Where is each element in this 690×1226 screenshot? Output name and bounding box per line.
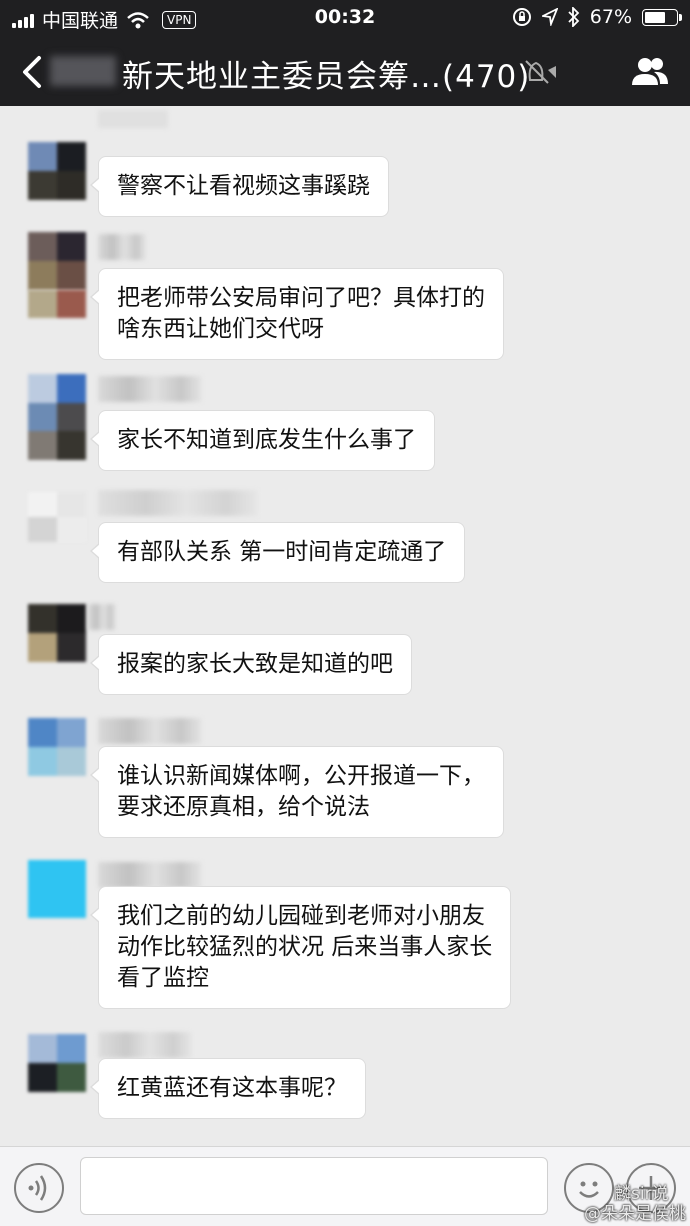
avatar[interactable] <box>28 604 86 662</box>
message-bubble[interactable]: 报案的家长大致是知道的吧 <box>90 634 412 695</box>
battery-fill <box>645 11 666 23</box>
message-text: 红黄蓝还有这本事呢？ <box>117 1075 347 1101</box>
message-text: 家长不知道到底发生什么事了 <box>117 427 416 453</box>
message-bubble[interactable]: 把老师带公安局审问了吧？具体打的 啥东西让她们交代呀 <box>90 268 504 360</box>
avatar[interactable] <box>28 232 86 290</box>
partial-sender-name <box>98 110 168 128</box>
sender-name <box>88 604 116 630</box>
message-bubble[interactable]: 红黄蓝还有这本事呢？ <box>90 1058 366 1119</box>
back-chevron-icon[interactable] <box>14 52 54 92</box>
message-input[interactable] <box>80 1157 548 1215</box>
avatar[interactable] <box>28 718 86 776</box>
avatar[interactable] <box>28 492 86 542</box>
watermark-line: @朵朵是侯桃 <box>584 1204 686 1224</box>
rotation-lock-icon <box>512 8 531 26</box>
mute-notifications-icon <box>525 60 556 84</box>
sender-name <box>98 490 258 516</box>
battery-icon <box>642 8 682 26</box>
sender-name <box>98 1032 192 1058</box>
status-bar: 中国联通 VPN 00:32 67% <box>0 0 690 36</box>
chat-header: 新天地业主委员会筹…(470) <box>0 36 690 106</box>
message-text: 要求还原真相，给个说法 <box>117 794 370 820</box>
location-icon <box>541 8 558 26</box>
message-text: 警察不让看视频这事蹊跷 <box>117 173 370 199</box>
message-text: 有部队关系 第一时间肯定疏通了 <box>117 539 447 565</box>
avatar[interactable] <box>28 1034 86 1092</box>
message-text: 啥东西让她们交代呀 <box>117 316 324 342</box>
sender-name <box>98 718 202 744</box>
sender-name <box>98 862 202 888</box>
message-text: 我们之前的幼儿园碰到老师对小朋友 <box>117 903 485 929</box>
weibo-watermark: 麟sir说 @朵朵是侯桃 <box>584 1184 686 1224</box>
avatar[interactable] <box>28 374 86 460</box>
bluetooth-icon <box>568 7 580 27</box>
voice-icon <box>28 1175 47 1201</box>
avatar[interactable] <box>28 860 86 918</box>
message-bubble[interactable]: 谁认识新闻媒体啊，公开报道一下， 要求还原真相，给个说法 <box>90 746 504 838</box>
group-members-icon[interactable] <box>630 55 670 89</box>
redacted-back-label <box>50 56 116 86</box>
message-text: 看了监控 <box>117 965 209 991</box>
chat-message-list[interactable]: 警察不让看视频这事蹊跷 把老师带公安局审问了吧？具体打的 啥东西让她们交代呀 家… <box>0 106 690 1146</box>
sender-name <box>98 234 146 260</box>
message-bubble[interactable]: 有部队关系 第一时间肯定疏通了 <box>89 522 466 583</box>
avatar[interactable] <box>28 142 86 200</box>
message-bubble[interactable]: 家长不知道到底发生什么事了 <box>90 410 435 471</box>
battery-percent: 67% <box>589 6 632 28</box>
message-text: 报案的家长大致是知道的吧 <box>117 651 393 677</box>
message-bubble[interactable]: 我们之前的幼儿园碰到老师对小朋友 动作比较猛烈的状况 后来当事人家长 看了监控 <box>89 886 512 1009</box>
avatar-extension <box>28 290 86 318</box>
sender-name <box>98 376 202 402</box>
message-text: 谁认识新闻媒体啊，公开报道一下， <box>117 763 485 789</box>
voice-input-button[interactable] <box>14 1163 64 1213</box>
message-bubble[interactable]: 警察不让看视频这事蹊跷 <box>90 156 389 217</box>
message-text: 动作比较猛烈的状况 后来当事人家长 <box>117 934 493 960</box>
group-chat-title: 新天地业主委员会筹…(470) <box>122 59 531 95</box>
message-text: 把老师带公安局审问了吧？具体打的 <box>117 285 485 311</box>
watermark-line: 麟sir说 <box>614 1184 669 1204</box>
